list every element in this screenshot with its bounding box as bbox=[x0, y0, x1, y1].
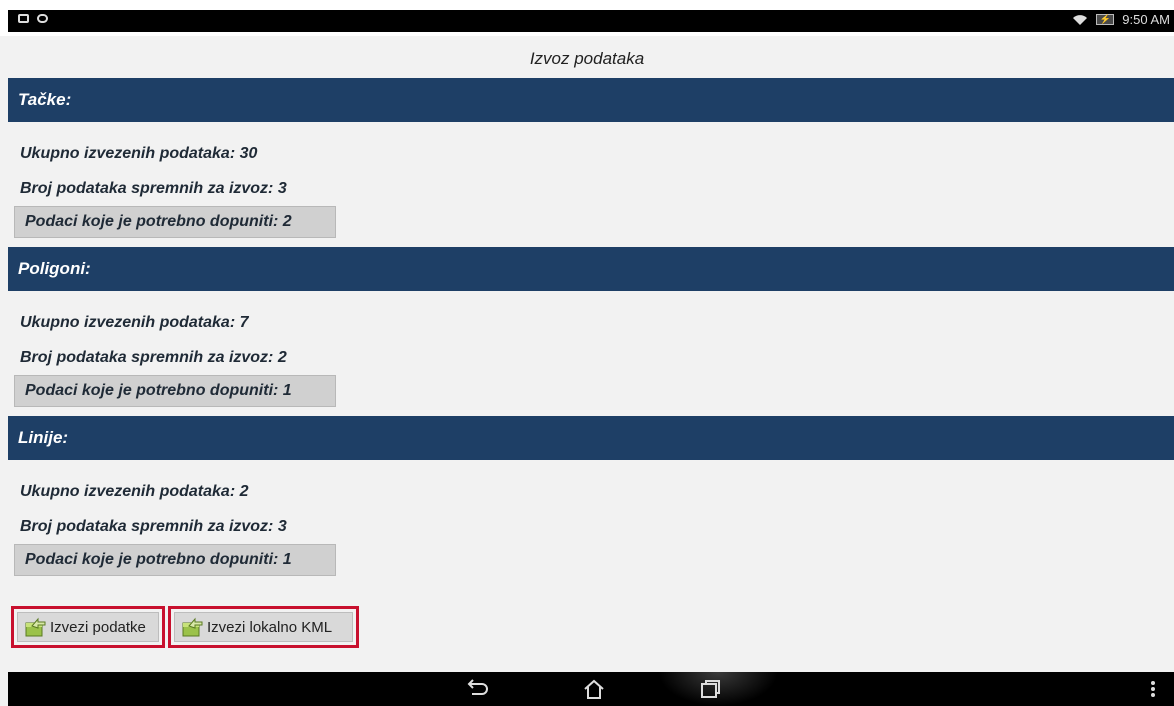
export-data-highlight: Izvezi podatke bbox=[11, 606, 165, 648]
export-folder-icon bbox=[182, 617, 203, 637]
needs-completion-button-linije[interactable]: Podaci koje je potrebno dopuniti: 1 bbox=[14, 544, 336, 576]
section-header-poligoni: Poligoni: bbox=[8, 247, 1174, 291]
notification-icon bbox=[18, 14, 29, 23]
export-kml-label: Izvezi lokalno KML bbox=[207, 618, 333, 636]
overflow-menu-icon[interactable] bbox=[1150, 680, 1156, 698]
total-exported-tacke: Ukupno izvezenih podataka: 30 bbox=[20, 145, 258, 162]
export-kml-highlight: Izvezi lokalno KML bbox=[168, 606, 359, 648]
wifi-icon bbox=[1073, 14, 1088, 25]
battery-icon: ⚡ bbox=[1096, 14, 1115, 25]
notification-icons bbox=[18, 14, 48, 23]
ready-for-export-tacke: Broj podataka spremnih za izvoz: 3 bbox=[20, 180, 287, 197]
total-exported-poligoni: Ukupno izvezenih podataka: 7 bbox=[20, 314, 249, 331]
status-right: ⚡ 9:50 AM bbox=[1072, 12, 1170, 27]
clock: 9:50 AM bbox=[1122, 12, 1170, 27]
gamepad-icon bbox=[37, 14, 48, 23]
ready-for-export-poligoni: Broj podataka spremnih za izvoz: 2 bbox=[20, 349, 287, 366]
total-exported-linije: Ukupno izvezenih podataka: 2 bbox=[20, 483, 249, 500]
page-title: Izvoz podataka bbox=[529, 49, 645, 68]
section-header-tacke: Tačke: bbox=[8, 78, 1174, 122]
export-data-button[interactable]: Izvezi podatke bbox=[17, 612, 159, 642]
export-data-label: Izvezi podatke bbox=[50, 618, 146, 636]
home-icon[interactable] bbox=[582, 678, 606, 700]
needs-completion-button-tacke[interactable]: Podaci koje je potrebno dopuniti: 2 bbox=[14, 206, 336, 238]
ready-for-export-linije: Broj podataka spremnih za izvoz: 3 bbox=[20, 518, 287, 535]
export-kml-button[interactable]: Izvezi lokalno KML bbox=[174, 612, 353, 642]
section-header-linije: Linije: bbox=[8, 416, 1174, 460]
recents-icon[interactable] bbox=[698, 678, 722, 700]
export-folder-icon bbox=[25, 617, 46, 637]
status-bar: ⚡ 9:50 AM bbox=[0, 0, 1174, 36]
needs-completion-button-poligoni[interactable]: Podaci koje je potrebno dopuniti: 1 bbox=[14, 375, 336, 407]
navigation-bar bbox=[8, 672, 1174, 706]
status-strip: ⚡ 9:50 AM bbox=[8, 10, 1174, 32]
back-icon[interactable] bbox=[464, 678, 488, 700]
